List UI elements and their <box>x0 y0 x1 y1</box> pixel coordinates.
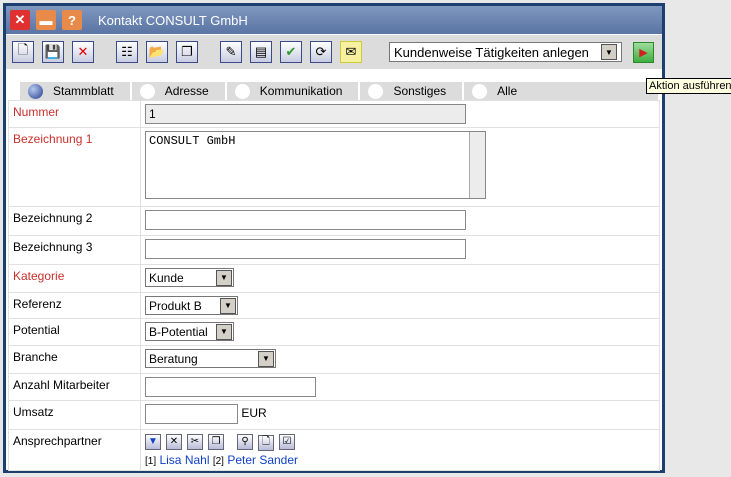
label-kategorie: Kategorie <box>8 264 141 293</box>
tab-label: Sonstiges <box>393 84 447 98</box>
tree-icon[interactable]: ☷ <box>116 41 138 63</box>
action-select[interactable]: Kundenweise Tätigkeiten anlegen ▼ <box>389 42 622 62</box>
open-folder-icon[interactable]: 📂 <box>146 41 168 63</box>
contact-link[interactable]: Lisa Nahl <box>159 453 209 467</box>
check-icon[interactable]: ✔ <box>280 41 302 63</box>
chevron-down-icon: ▼ <box>601 44 617 60</box>
kategorie-select[interactable]: Kunde ▼ <box>145 268 234 287</box>
contact-window: ✕ ▬ ? Kontakt CONSULT GmbH 🗋 💾 ✕ ☷ 📂 ❐ ✎… <box>3 3 731 473</box>
save-icon[interactable]: 💾 <box>42 41 64 63</box>
referenz-select[interactable]: Produkt B ▼ <box>145 296 238 315</box>
tab-label: Stammblatt <box>53 84 114 98</box>
select-value: Kunde <box>149 270 184 285</box>
umsatz-input[interactable] <box>145 404 238 424</box>
chevron-down-icon: ▼ <box>220 297 236 314</box>
tab-label: Kommunikation <box>259 84 343 98</box>
report-icon[interactable]: ▤ <box>250 41 272 63</box>
radio-icon <box>139 83 155 99</box>
chevron-down-icon: ▼ <box>216 269 232 286</box>
radio-icon <box>368 83 384 99</box>
branche-select[interactable]: Beratung ▼ <box>145 349 276 368</box>
bezeichnung-1-textarea[interactable]: CONSULT GmbH <box>145 131 486 199</box>
label-bezeichnung-3: Bezeichnung 3 <box>8 235 141 265</box>
tab-bar: Stammblatt Adresse Kommunikation Sonstig… <box>20 82 658 100</box>
scrollbar[interactable] <box>469 132 485 198</box>
radio-icon <box>472 83 488 99</box>
delete-icon[interactable]: ✕ <box>72 41 94 63</box>
label-anzahl-mitarbeiter: Anzahl Mitarbeiter <box>8 373 141 401</box>
contact-index: [1] <box>145 455 157 467</box>
refresh-icon[interactable]: ⟳ <box>310 41 332 63</box>
toolbar: 🗋 💾 ✕ ☷ 📂 ❐ ✎ ▤ ✔ ⟳ ✉ Kundenweise Tätigk… <box>6 35 662 69</box>
chevron-down-icon: ▼ <box>216 323 232 340</box>
checkbox-icon[interactable]: ☑ <box>279 433 295 450</box>
label-referenz: Referenz <box>8 292 141 319</box>
bezeichnung-3-input[interactable] <box>145 239 466 259</box>
chevron-down-icon: ▼ <box>258 350 274 367</box>
action-select-value: Kundenweise Tätigkeiten anlegen <box>394 44 589 60</box>
nummer-field: 1 <box>145 104 466 124</box>
mail-icon[interactable]: ✉ <box>340 41 362 63</box>
run-action-button[interactable]: ▶ <box>633 42 654 63</box>
potential-select[interactable]: B-Potential ▼ <box>145 322 234 341</box>
search-icon[interactable]: ⚲ <box>237 433 253 450</box>
new-document-icon[interactable]: 🗋 <box>258 434 274 451</box>
tab-sonstiges[interactable]: Sonstiges <box>360 82 465 100</box>
label-umsatz: Umsatz <box>8 400 141 430</box>
textarea-value: CONSULT GmbH <box>149 134 236 148</box>
cut-icon[interactable]: ✂ <box>187 433 203 450</box>
label-branche: Branche <box>8 345 141 374</box>
tab-alle[interactable]: Alle <box>464 82 533 100</box>
tab-kommunikation[interactable]: Kommunikation <box>227 82 361 100</box>
label-bezeichnung-2: Bezeichnung 2 <box>8 206 141 236</box>
mitarbeiter-input[interactable] <box>145 377 316 397</box>
minimize-icon[interactable]: ▬ <box>36 10 56 30</box>
expand-icon[interactable]: ▼ <box>145 433 161 450</box>
select-value: Produkt B <box>149 298 202 313</box>
currency-label: EUR <box>241 406 267 421</box>
bezeichnung-2-input[interactable] <box>145 210 466 230</box>
tab-adresse[interactable]: Adresse <box>132 82 227 100</box>
remove-icon[interactable]: ✕ <box>166 433 182 450</box>
select-value: B-Potential <box>149 324 208 339</box>
label-bezeichnung-1: Bezeichnung 1 <box>8 127 141 207</box>
radio-icon <box>234 83 250 99</box>
new-icon[interactable]: 🗋 <box>12 41 34 63</box>
radio-icon <box>28 83 43 99</box>
tab-stammblatt[interactable]: Stammblatt <box>20 82 132 100</box>
copy-icon[interactable]: ❐ <box>176 41 198 63</box>
contact-link[interactable]: Peter Sander <box>227 453 298 467</box>
contact-index: [2] <box>212 455 224 467</box>
window-title: Kontakt CONSULT GmbH <box>98 12 248 28</box>
label-potential: Potential <box>8 318 141 346</box>
tab-label: Adresse <box>164 84 209 98</box>
help-icon[interactable]: ? <box>62 10 82 30</box>
edit-icon[interactable]: ✎ <box>220 41 242 63</box>
form-table: Nummer 1 Bezeichnung 1 CONSULT GmbH Bezeic… <box>8 100 660 471</box>
label-ansprechpartner: Ansprechpartner <box>8 429 141 471</box>
title-bar: ✕ ▬ ? Kontakt CONSULT GmbH <box>6 6 662 34</box>
label-nummer: Nummer <box>8 100 141 128</box>
close-icon[interactable]: ✕ <box>10 10 30 30</box>
tooltip: Aktion ausführen <box>646 78 731 94</box>
tab-label: Alle <box>497 84 518 98</box>
paste-icon[interactable]: ❐ <box>208 433 224 450</box>
select-value: Beratung <box>149 351 198 366</box>
